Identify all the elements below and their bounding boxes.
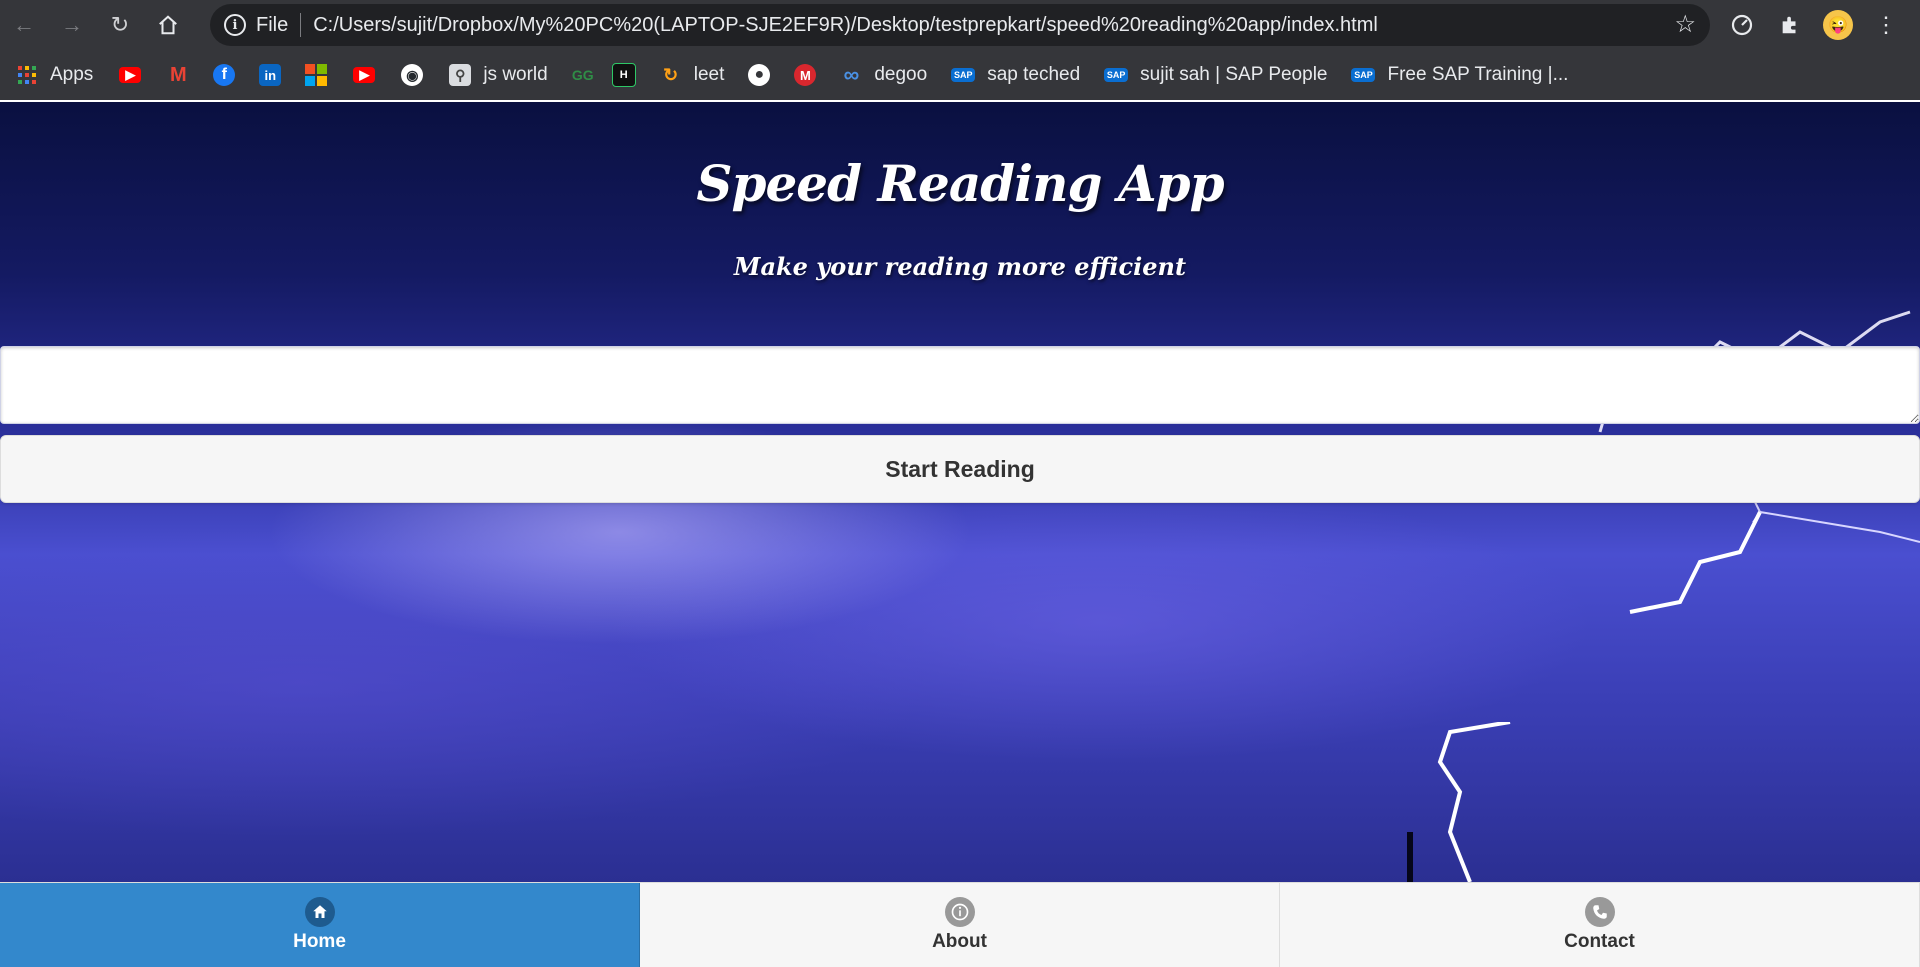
address-bar[interactable]: i File C:/Users/sujit/Dropbox/My%20PC%20…: [210, 4, 1710, 46]
bookmark-js-world[interactable]: ⚲ js world: [449, 64, 548, 86]
bookmark-label: Free SAP Training |...: [1387, 64, 1569, 85]
sap-icon: SAP: [1104, 68, 1129, 82]
page-title: Speed Reading App: [696, 154, 1224, 213]
back-arrow-icon[interactable]: ←: [0, 0, 48, 50]
geeksforgeeks-icon: GG: [571, 67, 594, 83]
leetcode-icon: ↻: [663, 64, 679, 85]
globe-icon: ●: [748, 64, 771, 86]
lightning-decoration: [1407, 722, 1511, 882]
linkedin-icon: in: [259, 64, 282, 86]
sap-icon: SAP: [951, 68, 976, 82]
microsoft-icon: [305, 64, 328, 86]
bookmark-sap-people[interactable]: SAP sujit sah | SAP People: [1104, 64, 1327, 86]
home-icon[interactable]: [144, 0, 192, 50]
bookmark-label: js world: [483, 64, 548, 85]
site-info-icon[interactable]: i: [224, 14, 246, 36]
sap-icon: SAP: [1351, 68, 1376, 82]
tab-label: Contact: [1564, 931, 1635, 952]
hackerrank-icon: H: [611, 63, 636, 87]
infinity-icon: ∞: [843, 62, 860, 87]
bookmark-sap-teched[interactable]: SAP sap teched: [951, 64, 1080, 86]
url-scheme: File: [256, 13, 289, 36]
reload-icon[interactable]: ↻: [96, 0, 144, 50]
tab-contact[interactable]: Contact: [1280, 883, 1920, 967]
forward-arrow-icon[interactable]: →: [48, 0, 96, 50]
tab-label: About: [932, 931, 987, 952]
bookmark-hackerrank[interactable]: H: [611, 63, 636, 87]
github-icon: ◉: [401, 64, 424, 86]
bookmark-label: sap teched: [987, 64, 1081, 85]
page-content: Speed Reading App Make your reading more…: [0, 102, 1920, 882]
bookmark-label: leet: [693, 64, 725, 85]
puzzle-icon[interactable]: [1770, 0, 1810, 50]
omnibox-divider: [300, 13, 302, 37]
browser-toolbar: ← → ↻ i File C:/Users/sujit/Dropbox/My%2…: [0, 0, 1920, 50]
bookmark-free-sap-training[interactable]: SAP Free SAP Training |...: [1351, 64, 1568, 86]
home-icon: [304, 897, 335, 927]
youtube-icon: ▶: [353, 67, 376, 83]
bookmarks-bar: Apps ▶ M f in ▶ ◉ ⚲ js world GG H ↻ leet…: [0, 50, 1920, 102]
bookmark-label: Apps: [50, 64, 94, 85]
reading-text-input[interactable]: [0, 346, 1920, 424]
footer-navbar: Home About Contact: [0, 882, 1920, 967]
phone-icon: [1584, 897, 1615, 927]
bookmark-facebook[interactable]: f: [213, 64, 236, 86]
bookmark-star-icon[interactable]: ☆: [1674, 10, 1696, 39]
tab-about[interactable]: About: [640, 883, 1280, 967]
bookmark-geeksforgeeks[interactable]: GG: [572, 64, 594, 86]
tab-label: Home: [293, 931, 346, 952]
youtube-icon: ▶: [119, 67, 142, 83]
info-icon: [944, 897, 975, 927]
speed-dial-icon[interactable]: [1722, 0, 1762, 50]
bookmark-label: degoo: [874, 64, 928, 85]
menu-dots-icon[interactable]: ⋮: [1866, 0, 1906, 50]
tab-home[interactable]: Home: [0, 883, 640, 967]
url-text[interactable]: C:/Users/sujit/Dropbox/My%20PC%20(LAPTOP…: [313, 14, 1378, 37]
mega-icon: M: [794, 64, 817, 86]
start-reading-button[interactable]: Start Reading: [0, 435, 1920, 503]
bookmark-leet[interactable]: ↻ leet: [660, 64, 725, 86]
facebook-icon: f: [213, 64, 236, 86]
bookmark-mega[interactable]: M: [794, 64, 817, 86]
bookmark-gmail[interactable]: M: [167, 64, 189, 86]
bookmark-linkedin[interactable]: in: [259, 64, 282, 86]
bookmark-apps[interactable]: Apps: [16, 64, 93, 86]
bookmark-globe[interactable]: ●: [748, 64, 771, 86]
bookmark-degoo[interactable]: ∞ degoo: [840, 62, 928, 87]
bookmark-microsoft[interactable]: [305, 64, 328, 86]
bookmark-youtube-2[interactable]: ▶: [353, 67, 376, 83]
avatar: 😜: [1823, 10, 1853, 40]
bookmark-github[interactable]: ◉: [401, 64, 424, 86]
search-doc-icon: ⚲: [449, 64, 472, 86]
apps-grid-icon: [16, 64, 38, 86]
profile-avatar[interactable]: 😜: [1818, 0, 1858, 50]
bookmark-label: sujit sah | SAP People: [1140, 64, 1328, 85]
lightning-decoration: [1629, 511, 1920, 614]
gmail-icon: M: [169, 63, 187, 86]
bookmark-youtube[interactable]: ▶: [119, 67, 142, 83]
page-subtitle: Make your reading more efficient: [733, 252, 1187, 281]
